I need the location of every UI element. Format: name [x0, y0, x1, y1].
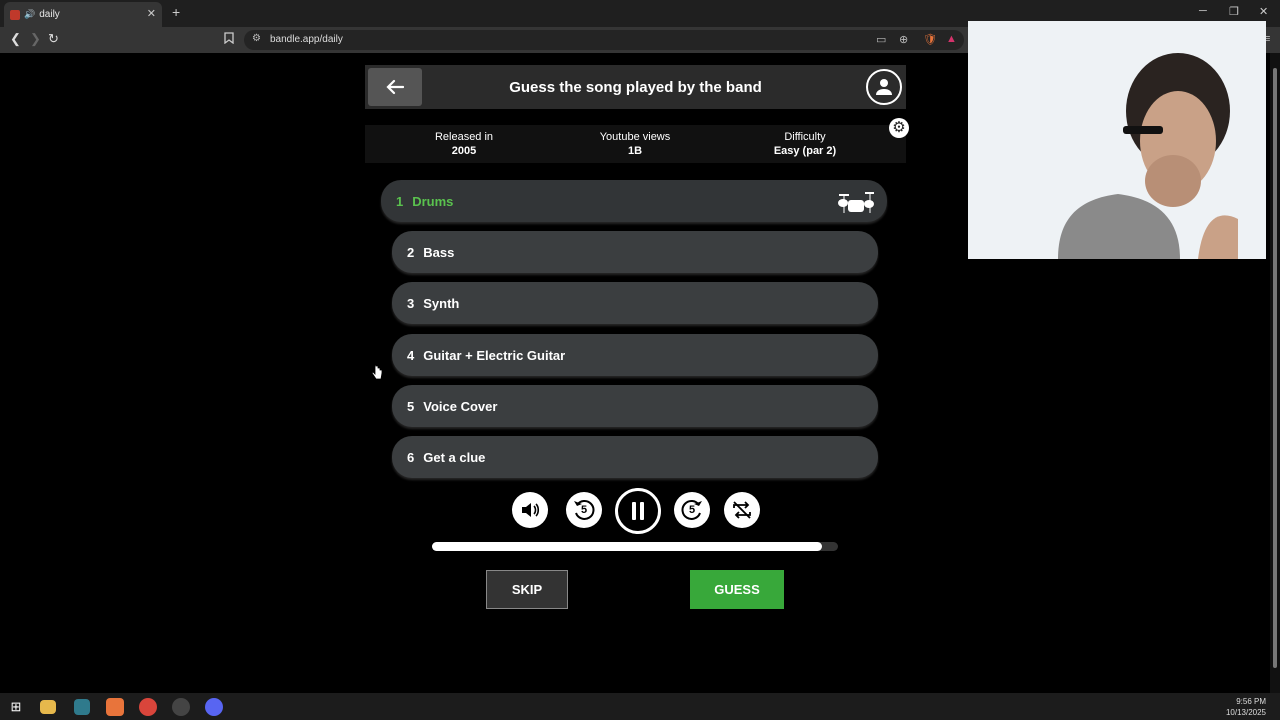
pause-icon	[632, 502, 644, 520]
url-text: bandle.app/daily	[270, 34, 343, 45]
minimize-window-button[interactable]: ─	[1199, 5, 1207, 17]
track-item-bass[interactable]: 2 Bass	[392, 231, 878, 273]
track-number: 4	[407, 347, 415, 363]
restore-window-button[interactable]: ❐	[1229, 5, 1239, 18]
os-taskbar: ⊞ 9:56 PM 10/13/2025	[0, 693, 1280, 720]
track-label: Get a clue	[423, 449, 486, 465]
brave-shields-icon[interactable]: 🛡	[923, 33, 937, 46]
site-settings-icon[interactable]: ⚙	[252, 33, 261, 44]
track-item-guitar[interactable]: 4 Guitar + Electric Guitar	[392, 334, 878, 376]
difficulty-label: Difficulty	[784, 131, 826, 143]
track-item-clue[interactable]: 6 Get a clue	[392, 436, 878, 478]
track-number: 3	[407, 295, 415, 311]
track-item-synth[interactable]: 3 Synth	[392, 282, 878, 324]
scrollbar-thumb[interactable]	[1273, 68, 1277, 668]
zoom-icon[interactable]: ⊕	[899, 33, 908, 46]
reload-icon[interactable]: ↻	[48, 31, 59, 47]
volume-button[interactable]	[512, 492, 548, 528]
views-info: Youtube views 1B	[555, 131, 715, 157]
pause-button[interactable]	[615, 488, 661, 534]
difficulty-value: Easy (par 2)	[773, 145, 837, 157]
brave-browser-icon[interactable]	[106, 698, 124, 716]
new-tab-button[interactable]: +	[172, 4, 180, 20]
released-label: Released in	[434, 131, 494, 143]
track-item-drums[interactable]: 1 Drums	[381, 180, 887, 222]
close-window-button[interactable]: ✕	[1259, 5, 1268, 18]
clock-time: 9:56 PM	[1236, 697, 1266, 706]
app-icon[interactable]	[74, 699, 90, 715]
song-info-bar: Released in 2005 Youtube views 1B Diffic…	[365, 125, 906, 163]
track-label: Voice Cover	[423, 398, 498, 414]
released-info: Released in 2005	[384, 131, 544, 157]
streamer-webcam-image	[968, 21, 1266, 259]
system-clock[interactable]: 9:56 PM 10/13/2025	[1226, 696, 1266, 718]
track-number: 1	[396, 193, 404, 209]
obs-icon[interactable]	[172, 698, 190, 716]
mouse-cursor-icon	[371, 364, 383, 383]
playback-progress-fill	[432, 542, 822, 551]
brave-rewards-icon[interactable]: ▲	[946, 33, 957, 45]
file-explorer-icon[interactable]	[40, 700, 56, 714]
tab-title: daily	[39, 9, 60, 20]
track-number: 5	[407, 398, 415, 414]
track-label: Synth	[423, 295, 460, 311]
track-item-voice[interactable]: 5 Voice Cover	[392, 385, 878, 427]
volume-icon	[522, 503, 540, 517]
profile-button[interactable]	[866, 69, 902, 105]
cast-icon[interactable]: ▭	[876, 33, 886, 46]
track-number: 2	[407, 244, 415, 260]
game-header: Guess the song played by the band	[365, 65, 906, 109]
loop-off-button[interactable]	[724, 492, 760, 528]
forward-5-button[interactable]: 5	[674, 492, 710, 528]
guess-button[interactable]: GUESS	[690, 570, 784, 609]
views-value: 1B	[627, 145, 643, 157]
forward-nav-icon[interactable]: ❯	[30, 31, 41, 47]
webcam-overlay	[968, 21, 1266, 259]
released-value: 2005	[451, 145, 477, 157]
difficulty-info: Difficulty Easy (par 2)	[725, 131, 885, 157]
page-title: Guess the song played by the band	[509, 79, 762, 96]
drum-kit-icon	[837, 189, 875, 218]
tab-close-icon[interactable]: ✕	[147, 7, 156, 20]
settings-gear-icon[interactable]: ⚙	[889, 118, 909, 138]
back-nav-icon[interactable]: ❮	[10, 31, 21, 47]
rewind-5-button[interactable]: 5	[566, 492, 602, 528]
browser-tab[interactable]: 🔊 daily ✕	[4, 2, 162, 27]
track-number: 6	[407, 449, 415, 465]
skip-button[interactable]: SKIP	[486, 570, 568, 609]
page-scrollbar[interactable]	[1270, 53, 1280, 693]
rewind-seconds: 5	[580, 504, 588, 516]
bandle-favicon-icon	[10, 9, 20, 20]
repeat-off-icon	[733, 501, 751, 519]
track-label: Guitar + Electric Guitar	[423, 347, 566, 363]
user-icon	[876, 79, 892, 95]
audio-playing-icon[interactable]: 🔊	[24, 9, 35, 20]
windows-start-icon[interactable]: ⊞	[6, 697, 26, 717]
clock-date: 10/13/2025	[1225, 708, 1266, 717]
track-label: Drums	[412, 193, 454, 209]
views-label: Youtube views	[599, 131, 671, 143]
discord-icon[interactable]	[205, 698, 223, 716]
playback-progress-bar[interactable]	[432, 542, 838, 551]
forward-seconds: 5	[688, 504, 696, 516]
chrome-icon[interactable]	[139, 698, 157, 716]
track-label: Bass	[423, 244, 455, 260]
address-bar[interactable]: ⚙ bandle.app/daily	[244, 30, 964, 50]
bookmark-icon[interactable]	[224, 32, 234, 47]
